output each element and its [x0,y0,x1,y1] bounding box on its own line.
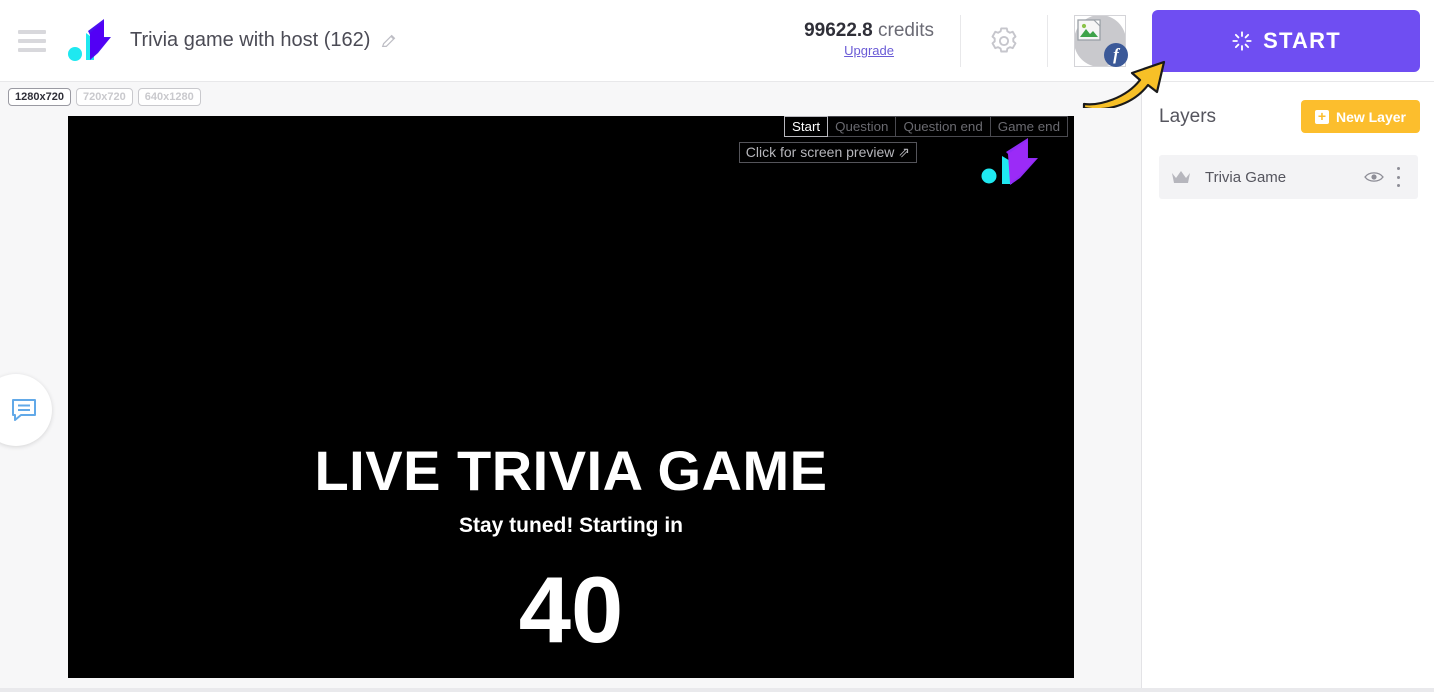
facebook-badge-icon: f [1104,42,1128,67]
chat-support-button[interactable] [0,374,52,446]
resolution-tabs: 1280x720 720x720 640x1280 [8,88,201,106]
gear-icon [991,26,1017,52]
layers-header: Layers + New Layer [1143,82,1434,133]
settings-button[interactable] [961,24,1047,58]
brand-logo-icon[interactable] [64,13,120,69]
crown-icon [1172,171,1190,183]
scene-tab-question-end[interactable]: Question end [896,116,991,137]
resolution-tab-1280x720[interactable]: 1280x720 [8,88,71,106]
layers-sidebar: Layers + New Layer Trivia Game [1143,82,1434,692]
kebab-dot [1396,184,1400,187]
new-layer-button[interactable]: + New Layer [1300,100,1420,133]
credits-line: 99622.8 credits [804,20,934,42]
preview-canvas[interactable]: Start Question Question end Game end Cli… [68,116,1074,678]
plus-icon: + [1314,109,1329,124]
scene-tabs: Start Question Question end Game end [783,116,1068,137]
canvas-countdown: 40 [518,557,624,662]
pencil-edit-icon[interactable] [380,32,398,50]
canvas-headline: LIVE TRIVIA GAME [314,439,828,502]
list-item[interactable]: Trivia Game [1159,155,1418,199]
kebab-dot [1396,175,1400,179]
top-bar: Trivia game with host (162) 99622.8 cred… [0,0,1434,82]
hamburger-bar [18,29,46,34]
spinner-sparkle-icon [1232,30,1252,51]
new-layer-label: New Layer [1335,108,1406,125]
kebab-dot [1396,167,1400,170]
hamburger-menu-icon[interactable] [18,29,46,52]
divider [1047,14,1048,67]
broken-image-icon [1077,18,1101,41]
hamburger-bar [18,47,46,52]
upgrade-link[interactable]: Upgrade [844,43,894,59]
brand-logo-svg [68,18,111,61]
chat-bubble-icon [12,399,36,421]
start-button-label: START [1263,27,1341,53]
hamburger-bar [18,38,46,43]
start-button[interactable]: START [1152,9,1420,72]
avatar[interactable]: f [1074,14,1128,67]
layers-title: Layers [1159,105,1217,127]
canvas-subline: Stay tuned! Starting in [458,514,683,537]
scene-tab-question[interactable]: Question [828,116,897,137]
scene-tab-start[interactable]: Start [783,116,829,137]
editor-area: 1280x720 720x720 640x1280 Start Question… [0,82,1142,692]
credits-value: 99622.8 [804,20,873,42]
kebab-menu-icon[interactable] [1390,167,1406,187]
layer-name: Trivia Game [1205,168,1287,186]
screen-preview-hint[interactable]: Click for screen preview ⇗ [738,142,917,163]
brand-logo-watermark-icon [981,138,1038,185]
eye-icon[interactable] [1364,170,1384,184]
bottom-strip [0,688,1434,692]
scene-tab-game-end[interactable]: Game end [990,116,1068,137]
page-title: Trivia game with host (162) [130,29,371,51]
credits-block: 99622.8 credits Upgrade [778,20,960,60]
resolution-tab-720x720[interactable]: 720x720 [75,88,133,106]
credits-unit: credits [878,20,934,42]
resolution-tab-640x1280[interactable]: 640x1280 [137,88,201,106]
